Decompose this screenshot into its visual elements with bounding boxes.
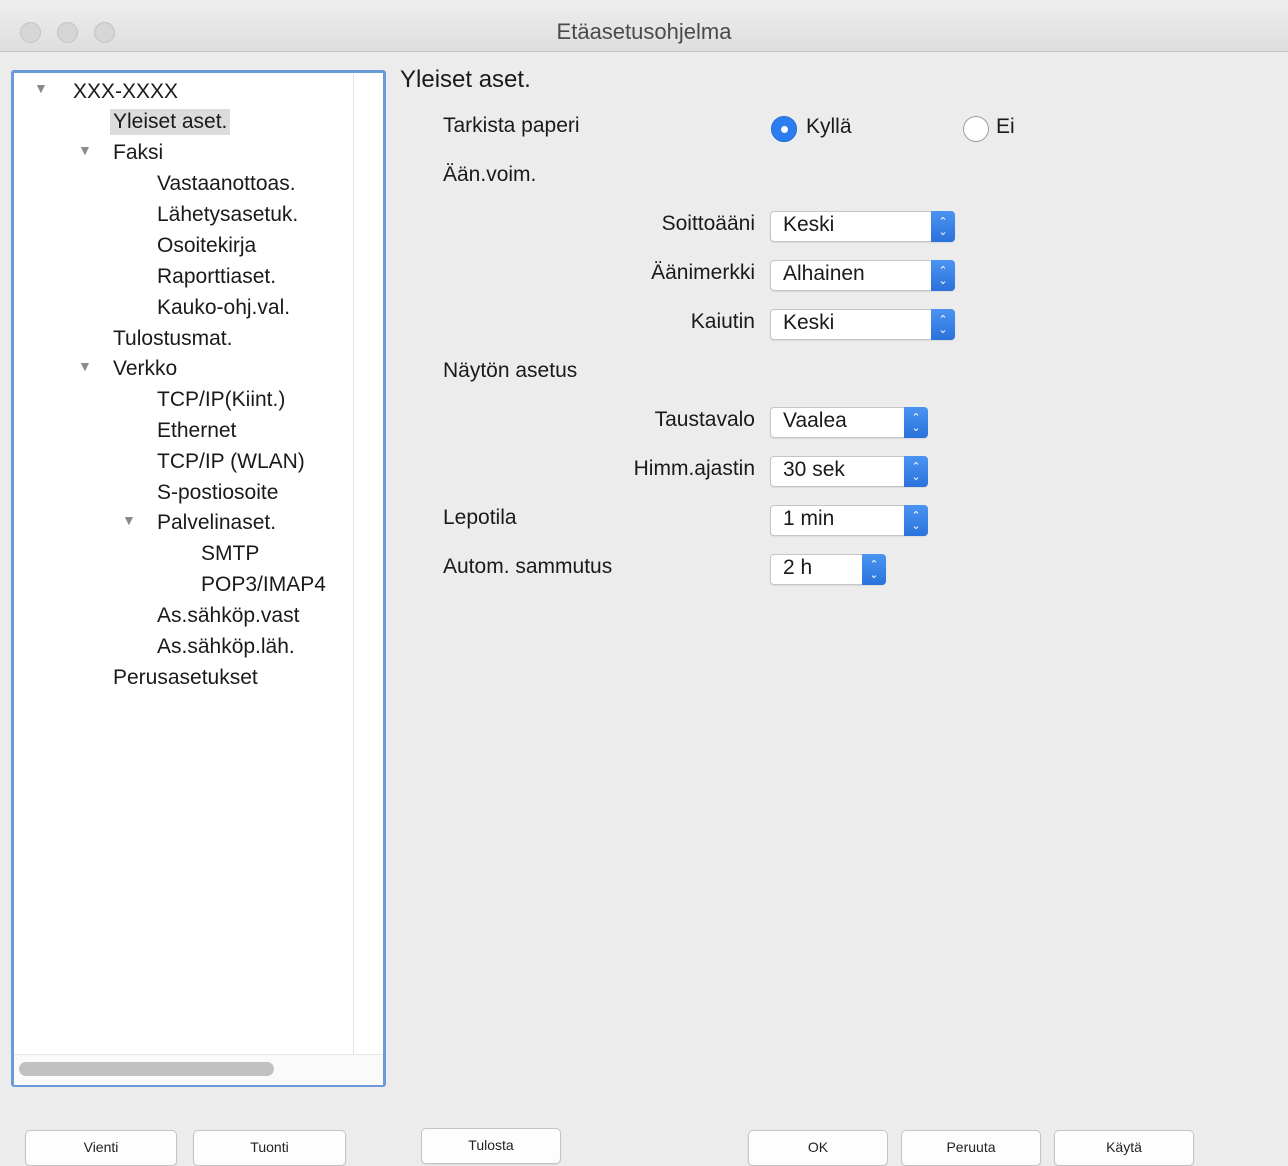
tree-item-general[interactable]: Yleiset aset. bbox=[110, 109, 231, 135]
sleep-mode-label: Lepotila bbox=[443, 506, 517, 529]
tree-item-report-settings[interactable]: Raporttiaset. bbox=[157, 264, 276, 290]
tree-item-address-book[interactable]: Osoitekirja bbox=[157, 233, 256, 259]
tree-item-fax-send[interactable]: Lähetysasetuk. bbox=[157, 202, 298, 228]
disclosure-triangle-icon[interactable]: ▼ bbox=[122, 513, 136, 527]
backlight-value: Vaalea bbox=[783, 409, 847, 432]
tree-item-initial-setup[interactable]: Perusasetukset bbox=[113, 665, 258, 691]
updown-chevron-icon: ⌃ ⌄ bbox=[904, 505, 928, 536]
speaker-volume-select[interactable]: Keski ⌃ ⌄ bbox=[770, 309, 955, 340]
speaker-volume-label: Kaiutin bbox=[690, 310, 755, 333]
check-paper-label: Tarkista paperi bbox=[443, 114, 580, 137]
sleep-mode-select[interactable]: 1 min ⌃ ⌄ bbox=[770, 505, 928, 536]
ring-volume-label: Soittoääni bbox=[661, 212, 755, 235]
tree-item-ethernet[interactable]: Ethernet bbox=[157, 418, 236, 444]
beep-volume-label: Äänimerkki bbox=[651, 261, 755, 284]
auto-power-off-value: 2 h bbox=[783, 556, 813, 579]
tree-item-fax[interactable]: Faksi bbox=[113, 140, 163, 166]
volume-heading: Ään.voim. bbox=[443, 163, 537, 186]
scrollbar-thumb[interactable] bbox=[19, 1062, 274, 1076]
beep-volume-value: Alhainen bbox=[783, 262, 865, 285]
title-bar: Etäasetusohjelma bbox=[0, 10, 1288, 52]
speaker-volume-value: Keski bbox=[783, 311, 835, 334]
cancel-button[interactable]: Peruuta bbox=[901, 1130, 1041, 1166]
updown-chevron-icon: ⌃ ⌄ bbox=[931, 211, 955, 242]
check-paper-yes-radio[interactable] bbox=[771, 116, 797, 142]
backlight-select[interactable]: Vaalea ⌃ ⌄ bbox=[770, 407, 928, 438]
backlight-label: Taustavalo bbox=[654, 408, 755, 431]
display-heading: Näytön asetus bbox=[443, 359, 578, 382]
ring-volume-value: Keski bbox=[783, 213, 835, 236]
tree-item-pop3-imap4[interactable]: POP3/IMAP4 bbox=[201, 572, 326, 598]
tree-item-email-receive[interactable]: As.sähköp.vast bbox=[157, 603, 299, 629]
export-button[interactable]: Vienti bbox=[25, 1130, 177, 1166]
auto-power-off-label: Autom. sammutus bbox=[443, 555, 613, 578]
disclosure-triangle-icon[interactable]: ▼ bbox=[34, 81, 48, 95]
ok-button[interactable]: OK bbox=[748, 1130, 888, 1166]
tree-item-tcpip-wired[interactable]: TCP/IP(Kiint.) bbox=[157, 387, 285, 413]
window-title: Etäasetusohjelma bbox=[556, 19, 732, 44]
disclosure-triangle-icon[interactable]: ▼ bbox=[78, 143, 92, 157]
tree-item-email-address[interactable]: S-postiosoite bbox=[157, 480, 278, 506]
tree-item-remote-access[interactable]: Kauko-ohj.val. bbox=[157, 295, 290, 321]
beep-volume-select[interactable]: Alhainen ⌃ ⌄ bbox=[770, 260, 955, 291]
tree-item-tcpip-wlan[interactable]: TCP/IP (WLAN) bbox=[157, 449, 305, 475]
tree-item-smtp[interactable]: SMTP bbox=[201, 541, 259, 567]
check-paper-no-radio[interactable] bbox=[963, 116, 989, 142]
apply-button[interactable]: Käytä bbox=[1054, 1130, 1194, 1166]
disclosure-triangle-icon[interactable]: ▼ bbox=[78, 359, 92, 373]
updown-chevron-icon: ⌃ ⌄ bbox=[904, 456, 928, 487]
updown-chevron-icon: ⌃ ⌄ bbox=[904, 407, 928, 438]
dim-timer-value: 30 sek bbox=[783, 458, 845, 481]
dim-timer-label: Himm.ajastin bbox=[633, 457, 755, 480]
check-paper-yes-label[interactable]: Kyllä bbox=[806, 115, 852, 139]
tree-item-email-send[interactable]: As.sähköp.läh. bbox=[157, 634, 295, 660]
tree-item-print-reports[interactable]: Tulostusmat. bbox=[113, 326, 232, 352]
updown-chevron-icon: ⌃ ⌄ bbox=[931, 260, 955, 291]
updown-chevron-icon: ⌃ ⌄ bbox=[931, 309, 955, 340]
check-paper-no-label[interactable]: Ei bbox=[996, 115, 1015, 139]
sleep-mode-value: 1 min bbox=[783, 507, 835, 530]
import-button[interactable]: Tuonti bbox=[193, 1130, 346, 1166]
updown-chevron-icon: ⌃ ⌄ bbox=[862, 554, 886, 585]
auto-power-off-select[interactable]: 2 h ⌃ ⌄ bbox=[770, 554, 886, 585]
page-title: Yleiset aset. bbox=[400, 66, 531, 93]
tree-item-server-settings[interactable]: Palvelinaset. bbox=[157, 510, 276, 536]
tree-item-network[interactable]: Verkko bbox=[113, 356, 177, 382]
tree-divider bbox=[353, 74, 354, 1054]
dim-timer-select[interactable]: 30 sek ⌃ ⌄ bbox=[770, 456, 928, 487]
ring-volume-select[interactable]: Keski ⌃ ⌄ bbox=[770, 211, 955, 242]
tree-item-fax-receive[interactable]: Vastaanottoas. bbox=[157, 171, 296, 197]
tree-item-root[interactable]: XXX-XXXX bbox=[73, 79, 178, 105]
